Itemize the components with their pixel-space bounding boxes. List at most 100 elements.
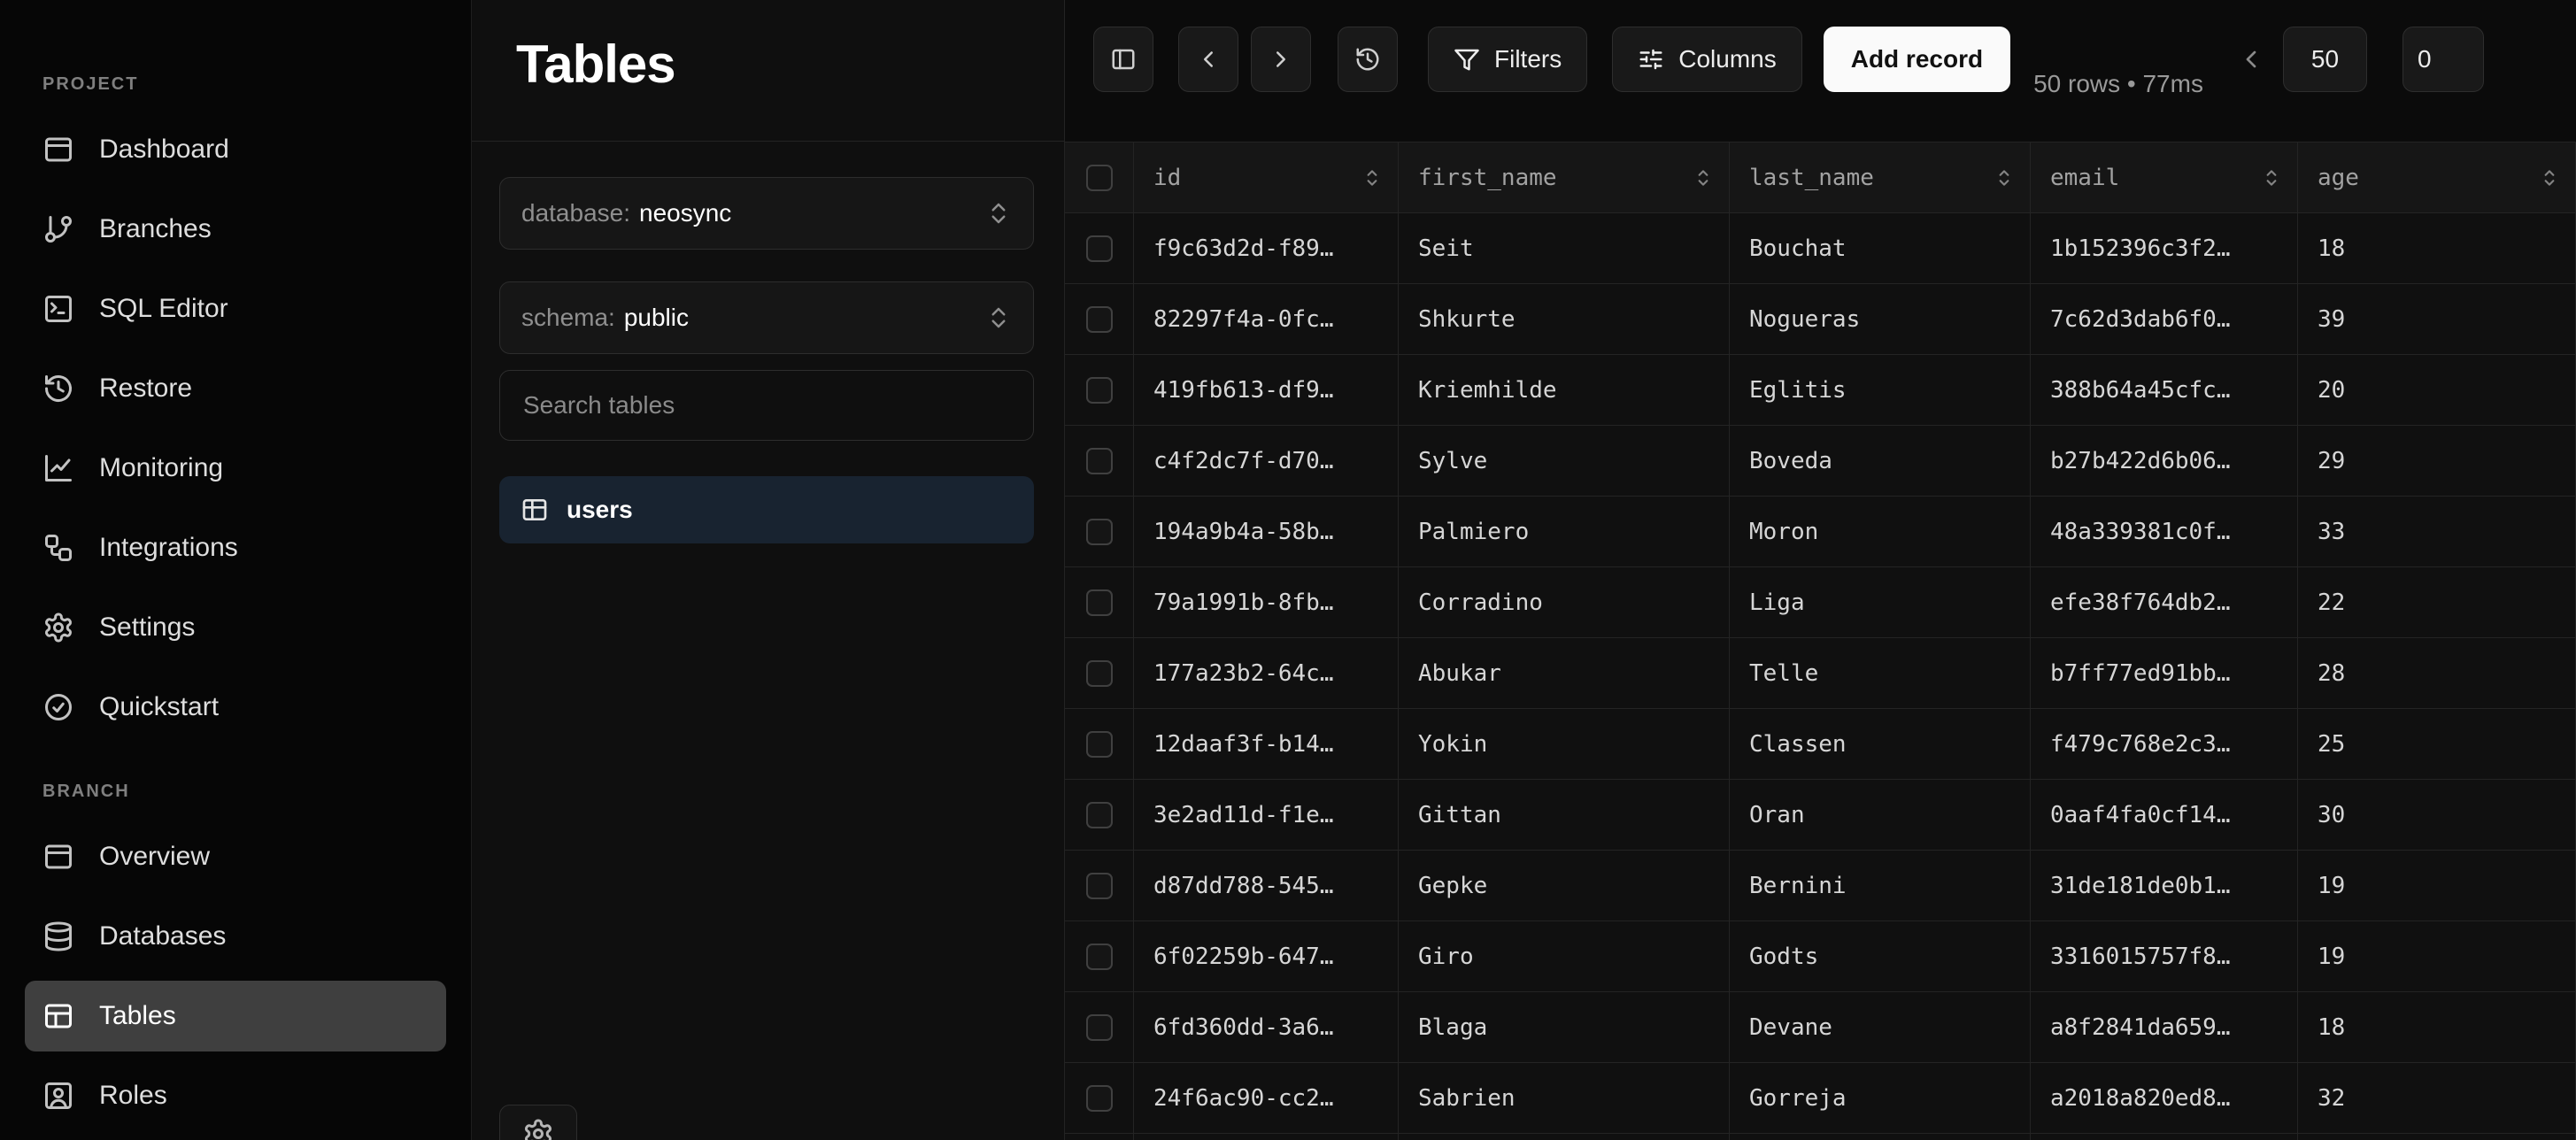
sidebar-item-integrations[interactable]: Integrations bbox=[25, 512, 446, 583]
sidebar-item-sql-editor[interactable]: SQL Editor bbox=[25, 273, 446, 344]
table-cell[interactable]: 194a9b4a-58b… bbox=[1134, 497, 1399, 567]
select-all-checkbox[interactable] bbox=[1086, 165, 1113, 191]
table-cell[interactable]: Shkurte bbox=[1399, 284, 1730, 355]
table-cell[interactable]: Nogueras bbox=[1730, 284, 2031, 355]
table-cell[interactable]: 29 bbox=[2298, 426, 2576, 497]
filters-button[interactable]: Filters bbox=[1428, 27, 1587, 92]
row-checkbox[interactable] bbox=[1086, 235, 1113, 262]
sidebar-item-restore[interactable]: Restore bbox=[25, 353, 446, 424]
table-cell[interactable]: 33 bbox=[2298, 497, 2576, 567]
table-cell[interactable]: 24f6ac90-cc2… bbox=[1134, 1063, 1399, 1134]
row-checkbox[interactable] bbox=[1086, 731, 1113, 758]
column-header-age[interactable]: age bbox=[2298, 142, 2576, 213]
table-cell[interactable]: Boveda bbox=[1730, 426, 2031, 497]
table-cell[interactable]: Moron bbox=[1730, 497, 2031, 567]
table-cell[interactable]: Gittan bbox=[1399, 780, 1730, 851]
previous-page-button[interactable] bbox=[2232, 27, 2271, 92]
table-cell[interactable]: Seit bbox=[1399, 213, 1730, 284]
row-checkbox[interactable] bbox=[1086, 589, 1113, 616]
table-cell[interactable]: Giro bbox=[1399, 921, 1730, 992]
table-cell[interactable]: c4f2dc7f-d70… bbox=[1134, 426, 1399, 497]
table-cell[interactable]: 22 bbox=[2298, 567, 2576, 638]
table-cell[interactable]: Sylve bbox=[1399, 426, 1730, 497]
table-cell[interactable]: f9c63d2d-f89… bbox=[1134, 213, 1399, 284]
table-cell[interactable]: Oran bbox=[1730, 780, 2031, 851]
sidebar-item-overview[interactable]: Overview bbox=[25, 821, 446, 892]
table-cell[interactable]: Palmiero bbox=[1399, 497, 1730, 567]
table-cell[interactable]: 1b152396c3f2… bbox=[2031, 213, 2298, 284]
column-header-email[interactable]: email bbox=[2031, 142, 2298, 213]
table-cell[interactable]: efe38f764db2… bbox=[2031, 567, 2298, 638]
sidebar-item-tables[interactable]: Tables bbox=[25, 981, 446, 1051]
sidebar-item-quickstart[interactable]: Quickstart bbox=[25, 672, 446, 743]
row-checkbox[interactable] bbox=[1086, 377, 1113, 404]
search-tables-input[interactable] bbox=[499, 370, 1034, 441]
table-cell[interactable]: Yokin bbox=[1399, 709, 1730, 780]
row-checkbox[interactable] bbox=[1086, 944, 1113, 970]
table-cell[interactable]: Kriemhilde bbox=[1399, 355, 1730, 426]
table-cell[interactable]: 388b64a45cfc… bbox=[2031, 355, 2298, 426]
column-header-id[interactable]: id bbox=[1134, 142, 1399, 213]
row-checkbox[interactable] bbox=[1086, 660, 1113, 687]
table-cell[interactable]: Gepke bbox=[1399, 851, 1730, 921]
table-cell[interactable]: 419fb613-df9… bbox=[1134, 355, 1399, 426]
panel-settings-button[interactable] bbox=[499, 1105, 577, 1140]
table-cell[interactable]: Sabrien bbox=[1399, 1063, 1730, 1134]
column-header-last_name[interactable]: last_name bbox=[1730, 142, 2031, 213]
table-cell[interactable]: 12daaf3f-b14… bbox=[1134, 709, 1399, 780]
table-cell[interactable]: 19 bbox=[2298, 851, 2576, 921]
table-cell[interactable]: Gorreja bbox=[1730, 1063, 2031, 1134]
table-cell[interactable]: a2018a820ed8… bbox=[2031, 1063, 2298, 1134]
row-checkbox[interactable] bbox=[1086, 873, 1113, 899]
table-cell[interactable]: 6fd360dd-3a6… bbox=[1134, 992, 1399, 1063]
table-cell[interactable]: 18 bbox=[2298, 992, 2576, 1063]
query-history-button[interactable] bbox=[1338, 27, 1398, 92]
sidebar-item-databases[interactable]: Databases bbox=[25, 901, 446, 972]
table-cell[interactable]: Telle bbox=[1730, 638, 2031, 709]
toggle-panel-button[interactable] bbox=[1093, 27, 1153, 92]
row-checkbox[interactable] bbox=[1086, 448, 1113, 474]
table-cell[interactable]: Eglitis bbox=[1730, 355, 2031, 426]
table-cell[interactable]: 18 bbox=[2298, 213, 2576, 284]
table-cell[interactable]: 0aaf4fa0cf14… bbox=[2031, 780, 2298, 851]
table-cell[interactable]: Liga bbox=[1730, 567, 2031, 638]
table-cell[interactable]: 48a339381c0f… bbox=[2031, 497, 2298, 567]
columns-button[interactable]: Columns bbox=[1612, 27, 1801, 92]
table-cell[interactable]: Bernini bbox=[1730, 851, 2031, 921]
table-cell[interactable]: 39 bbox=[2298, 284, 2576, 355]
table-cell[interactable]: 3e2ad11d-f1e… bbox=[1134, 780, 1399, 851]
row-checkbox[interactable] bbox=[1086, 519, 1113, 545]
add-record-button[interactable]: Add record bbox=[1824, 27, 2010, 92]
table-cell[interactable]: 32 bbox=[2298, 1063, 2576, 1134]
table-cell[interactable]: Corradino bbox=[1399, 567, 1730, 638]
column-header-first_name[interactable]: first_name bbox=[1399, 142, 1730, 213]
table-cell[interactable]: Abukar bbox=[1399, 638, 1730, 709]
table-cell[interactable]: 19 bbox=[2298, 921, 2576, 992]
sidebar-item-monitoring[interactable]: Monitoring bbox=[25, 433, 446, 504]
table-cell[interactable]: d87dd788-545… bbox=[1134, 851, 1399, 921]
sidebar-item-settings[interactable]: Settings bbox=[25, 592, 446, 663]
table-cell[interactable]: 79a1991b-8fb… bbox=[1134, 567, 1399, 638]
table-cell[interactable]: 7c62d3dab6f0… bbox=[2031, 284, 2298, 355]
table-cell[interactable]: f479c768e2c3… bbox=[2031, 709, 2298, 780]
table-cell[interactable]: Bouchat bbox=[1730, 213, 2031, 284]
history-forward-button[interactable] bbox=[1251, 27, 1311, 92]
table-cell[interactable]: Blaga bbox=[1399, 992, 1730, 1063]
table-cell[interactable]: a8f2841da659… bbox=[2031, 992, 2298, 1063]
row-checkbox[interactable] bbox=[1086, 1014, 1113, 1041]
table-cell[interactable]: 82297f4a-0fc… bbox=[1134, 284, 1399, 355]
page-size-button[interactable]: 50 bbox=[2283, 27, 2367, 92]
page-offset-button[interactable]: 0 bbox=[2402, 27, 2484, 92]
table-cell[interactable]: 31de181de0b1… bbox=[2031, 851, 2298, 921]
row-checkbox[interactable] bbox=[1086, 802, 1113, 828]
table-cell[interactable]: Godts bbox=[1730, 921, 2031, 992]
table-cell[interactable]: b27b422d6b06… bbox=[2031, 426, 2298, 497]
table-cell[interactable]: 3316015757f8… bbox=[2031, 921, 2298, 992]
sidebar-item-dashboard[interactable]: Dashboard bbox=[25, 114, 446, 185]
table-cell[interactable]: 30 bbox=[2298, 780, 2576, 851]
table-cell[interactable]: 20 bbox=[2298, 355, 2576, 426]
table-cell[interactable]: 177a23b2-64c… bbox=[1134, 638, 1399, 709]
row-checkbox[interactable] bbox=[1086, 306, 1113, 333]
table-cell[interactable]: 28 bbox=[2298, 638, 2576, 709]
sidebar-item-branches[interactable]: Branches bbox=[25, 194, 446, 265]
